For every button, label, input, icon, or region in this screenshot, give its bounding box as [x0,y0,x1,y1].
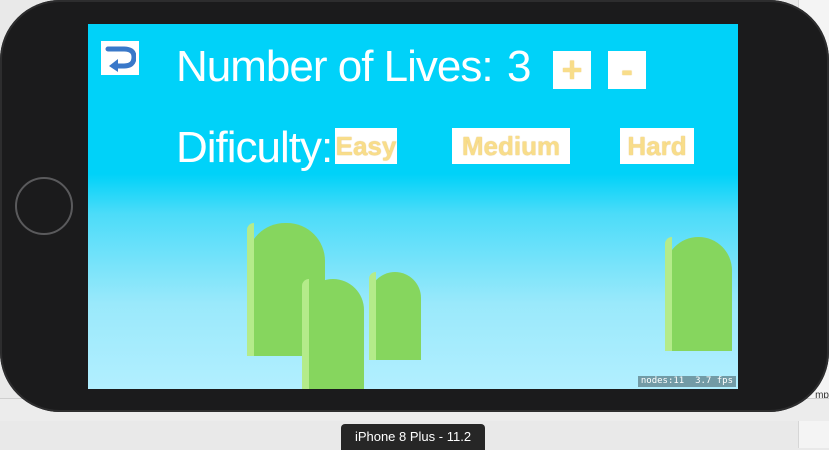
debug-stats: nodes:11 3.7 fps [637,376,736,387]
phone-frame: Number of Lives: 3 + - Dificulty: Easy M… [0,0,829,412]
game-screen: Number of Lives: 3 + - Dificulty: Easy M… [88,24,738,389]
pipe-obstacle [302,279,364,389]
decrease-lives-button[interactable]: - [608,51,646,89]
home-button[interactable] [15,177,73,235]
fps-readout: 3.7 fps [695,376,733,386]
back-arrow-icon [105,46,136,72]
difficulty-hard-button[interactable]: Hard [620,128,694,164]
node-count: nodes:11 [640,376,685,386]
lives-value: 3 [507,42,532,91]
increase-lives-button[interactable]: + [553,51,591,89]
difficulty-label: Dificulty: [176,123,333,172]
pipe-obstacle [369,272,421,360]
lives-label: Number of Lives: [176,42,494,91]
simulator-device-label: iPhone 8 Plus - 11.2 [341,424,485,450]
back-button[interactable] [101,41,139,75]
difficulty-easy-button[interactable]: Easy [335,128,397,164]
difficulty-medium-button[interactable]: Medium [452,128,570,164]
pipe-obstacle [665,237,732,351]
